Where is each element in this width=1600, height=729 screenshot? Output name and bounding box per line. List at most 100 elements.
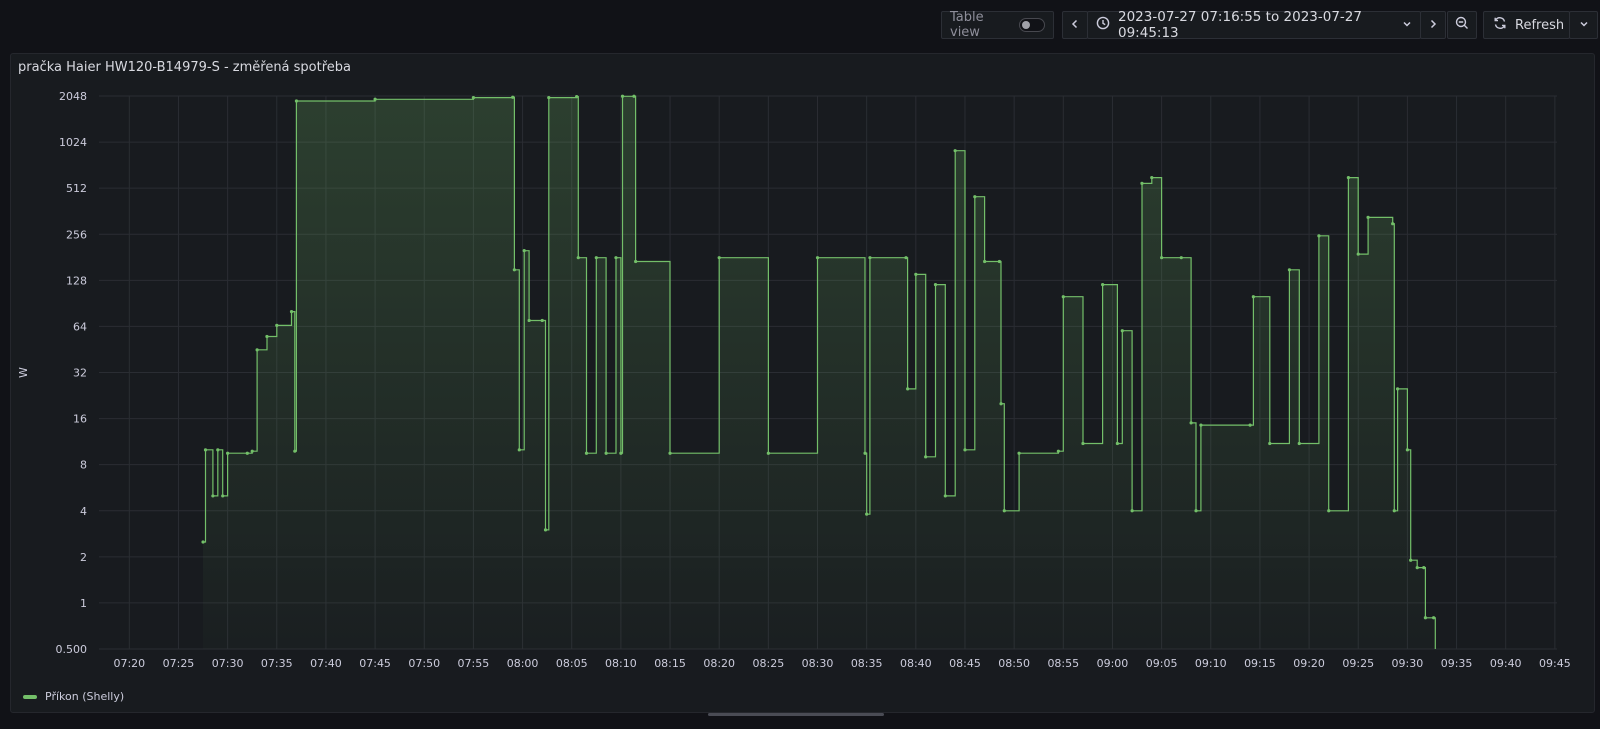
x-tick-label: 07:35 [261,657,293,670]
data-point [1194,509,1198,513]
data-point [1130,509,1134,513]
data-point [275,323,279,327]
data-point [1423,616,1428,620]
legend-swatch [23,694,37,699]
x-tick-label: 08:20 [703,657,735,670]
x-tick-label: 07:40 [310,657,342,670]
data-point [1081,441,1085,446]
legend-item-label[interactable]: Příkon (Shelly) [45,690,124,703]
timeseries-panel: pračka Haier HW120-B14979-S - změřená sp… [10,53,1595,713]
data-point [1115,441,1119,446]
data-point [1366,215,1370,219]
data-point [997,259,1001,264]
legend: Příkon (Shelly) [23,690,124,703]
data-point [203,448,208,452]
x-tick-label: 09:35 [1441,657,1473,670]
data-point [547,95,551,100]
x-tick-label: 08:10 [605,657,637,670]
x-tick-label: 08:35 [851,657,883,670]
data-point [904,256,908,260]
data-point [717,256,721,260]
data-point [1189,421,1193,425]
y-tick-label: 512 [66,182,87,195]
data-point [1061,295,1065,299]
time-range-forward-button[interactable] [1420,11,1446,39]
data-point [1297,441,1301,446]
data-point [576,256,580,260]
time-range-back-button[interactable] [1062,11,1088,39]
data-point [575,94,579,99]
table-view-label: Table view [950,10,984,40]
x-tick-label: 08:30 [802,657,834,670]
zoom-out-button[interactable] [1447,11,1477,39]
y-tick-label: 2 [80,551,87,564]
time-range-text: 2023-07-27 07:16:55 to 2023-07-27 09:45:… [1118,9,1362,41]
x-tick-label: 07:20 [113,657,145,670]
data-point [1346,176,1351,180]
data-point [1391,222,1395,226]
series-area [203,96,1436,649]
data-point [614,256,618,260]
refresh-button[interactable]: Refresh [1483,11,1570,39]
data-point [216,448,220,452]
y-tick-label: 8 [80,459,87,472]
zoom-out-icon [1455,16,1469,34]
data-point [1140,181,1144,186]
data-point [540,318,544,323]
data-point [255,348,259,352]
y-tick-label: 4 [80,505,87,518]
data-point [293,449,297,453]
x-tick-label: 07:45 [359,657,391,670]
data-point [973,195,977,199]
table-view-toggle[interactable]: Table view [941,10,1054,40]
x-tick-label: 08:50 [998,657,1030,670]
y-tick-label: 64 [73,320,87,333]
y-tick-label: 128 [66,274,87,287]
time-range-picker[interactable]: 2023-07-27 07:16:55 to 2023-07-27 09:45:… [1087,9,1421,41]
data-point [924,455,928,459]
x-tick-label: 07:55 [458,657,490,670]
data-point [1432,616,1436,620]
data-point [914,272,918,276]
data-point [1150,176,1154,180]
data-point [1101,283,1105,287]
data-point [865,512,869,516]
data-point [1002,509,1006,513]
x-tick-label: 08:45 [949,657,981,670]
y-tick-label: 256 [66,228,87,241]
clock-icon [1096,16,1110,34]
toggle-switch[interactable] [1019,18,1045,32]
x-tick-label: 07:25 [163,657,195,670]
x-tick-label: 08:55 [1047,657,1079,670]
x-tick-label: 09:05 [1146,657,1178,670]
data-point [373,97,377,101]
data-point [511,95,515,99]
data-point [999,402,1003,406]
horizontal-scrollbar[interactable] [708,713,884,716]
data-point [584,451,589,455]
data-point [906,387,910,391]
chevron-down-icon [1579,18,1589,33]
data-point [1327,509,1331,513]
data-point [1392,509,1396,513]
data-point [604,451,608,455]
data-point [1056,449,1060,453]
data-point [620,94,625,98]
x-tick-label: 08:15 [654,657,686,670]
chevron-down-icon [1402,17,1412,33]
data-point [1415,566,1419,570]
data-point [953,149,957,153]
data-point [1434,654,1437,657]
x-tick-label: 09:20 [1293,657,1325,670]
x-tick-label: 08:25 [753,657,785,670]
data-point [1120,329,1124,333]
data-point [1409,558,1413,562]
refresh-icon [1493,16,1507,34]
refresh-interval-dropdown[interactable] [1569,11,1598,39]
y-tick-label: 32 [73,367,87,380]
y-axis-label: W [17,367,30,378]
data-point [1287,268,1292,272]
data-point [933,283,938,287]
data-point [471,95,476,100]
chart-plot[interactable]: 0.500 1 2 4 8 16 32 64 128 256 512 1024 2048 07:20 07:… [11,54,1594,682]
